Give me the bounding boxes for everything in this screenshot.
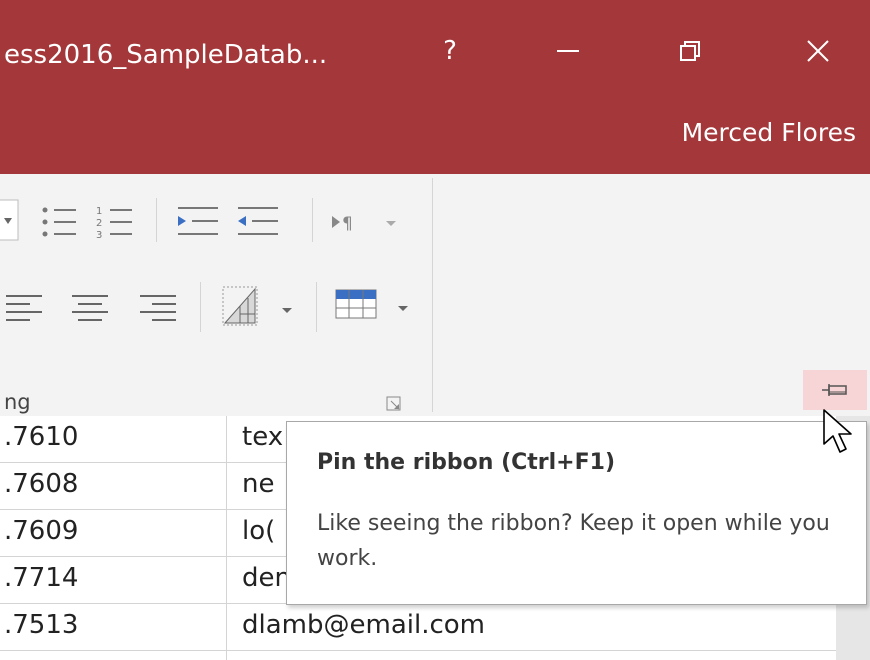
table-cell[interactable]: tex: [242, 422, 283, 452]
minimize-icon: [557, 50, 579, 52]
column-divider[interactable]: [226, 416, 227, 660]
svg-text:1: 1: [96, 206, 102, 217]
dialog-launcher-icon[interactable]: [386, 396, 402, 412]
title-bar: ess2016_SampleDatab... ? Merced Flores: [0, 0, 870, 174]
restore-button[interactable]: [660, 26, 720, 76]
table-cell[interactable]: dlamb@email.com: [242, 610, 485, 640]
pin-ribbon-button[interactable]: [803, 370, 867, 410]
svg-text:¶: ¶: [342, 214, 353, 234]
help-label: ?: [443, 36, 457, 66]
pin-icon: [822, 384, 847, 396]
align-left-icon[interactable]: [4, 292, 44, 322]
dropdown-arrow-icon[interactable]: [0, 198, 30, 244]
align-center-icon[interactable]: [70, 292, 110, 322]
user-name[interactable]: Merced Flores: [682, 118, 856, 147]
table-cell[interactable]: .7610: [4, 422, 78, 452]
alternate-row-color-icon[interactable]: [334, 288, 414, 324]
tooltip-title: Pin the ribbon (Ctrl+F1): [317, 450, 615, 475]
ribbon-group-label: ng: [4, 390, 31, 414]
table-cell[interactable]: .7513: [4, 610, 78, 640]
tooltip-body: Like seeing the ribbon? Keep it open whi…: [317, 511, 830, 571]
ribbon-separator: [156, 198, 157, 242]
table-cell[interactable]: .7608: [4, 469, 78, 499]
minimize-button[interactable]: [538, 26, 598, 76]
table-cell[interactable]: ne: [242, 469, 274, 499]
gridlines-icon[interactable]: [220, 284, 300, 330]
table-cell[interactable]: lo(: [242, 516, 275, 546]
paragraph-direction-icon[interactable]: ¶: [330, 210, 404, 236]
ribbon: 1 2 3 ¶ ng: [0, 174, 870, 416]
table-cell[interactable]: .7609: [4, 516, 78, 546]
ribbon-separator: [312, 198, 313, 242]
window-title: ess2016_SampleDatab...: [4, 40, 328, 70]
help-button[interactable]: ?: [420, 26, 480, 76]
mouse-cursor-icon: [823, 409, 852, 453]
pin-ribbon-tooltip: Pin the ribbon (Ctrl+F1) Like seeing the…: [286, 421, 867, 605]
numbering-icon[interactable]: 1 2 3: [96, 204, 136, 240]
svg-text:2: 2: [96, 218, 102, 229]
ribbon-separator: [316, 282, 317, 332]
close-button[interactable]: [788, 26, 848, 76]
decrease-indent-icon[interactable]: [236, 204, 280, 240]
ribbon-group-separator: [432, 178, 433, 412]
svg-text:3: 3: [96, 230, 102, 240]
restore-icon: [680, 41, 700, 61]
align-right-icon[interactable]: [138, 292, 178, 322]
table-row[interactable]: .7513 dlamb@email.com: [0, 604, 836, 651]
close-icon: [807, 40, 829, 62]
ribbon-separator: [200, 282, 201, 332]
table-cell[interactable]: .7714: [4, 563, 78, 593]
increase-indent-icon[interactable]: [176, 204, 220, 240]
bullets-icon[interactable]: [40, 204, 80, 240]
